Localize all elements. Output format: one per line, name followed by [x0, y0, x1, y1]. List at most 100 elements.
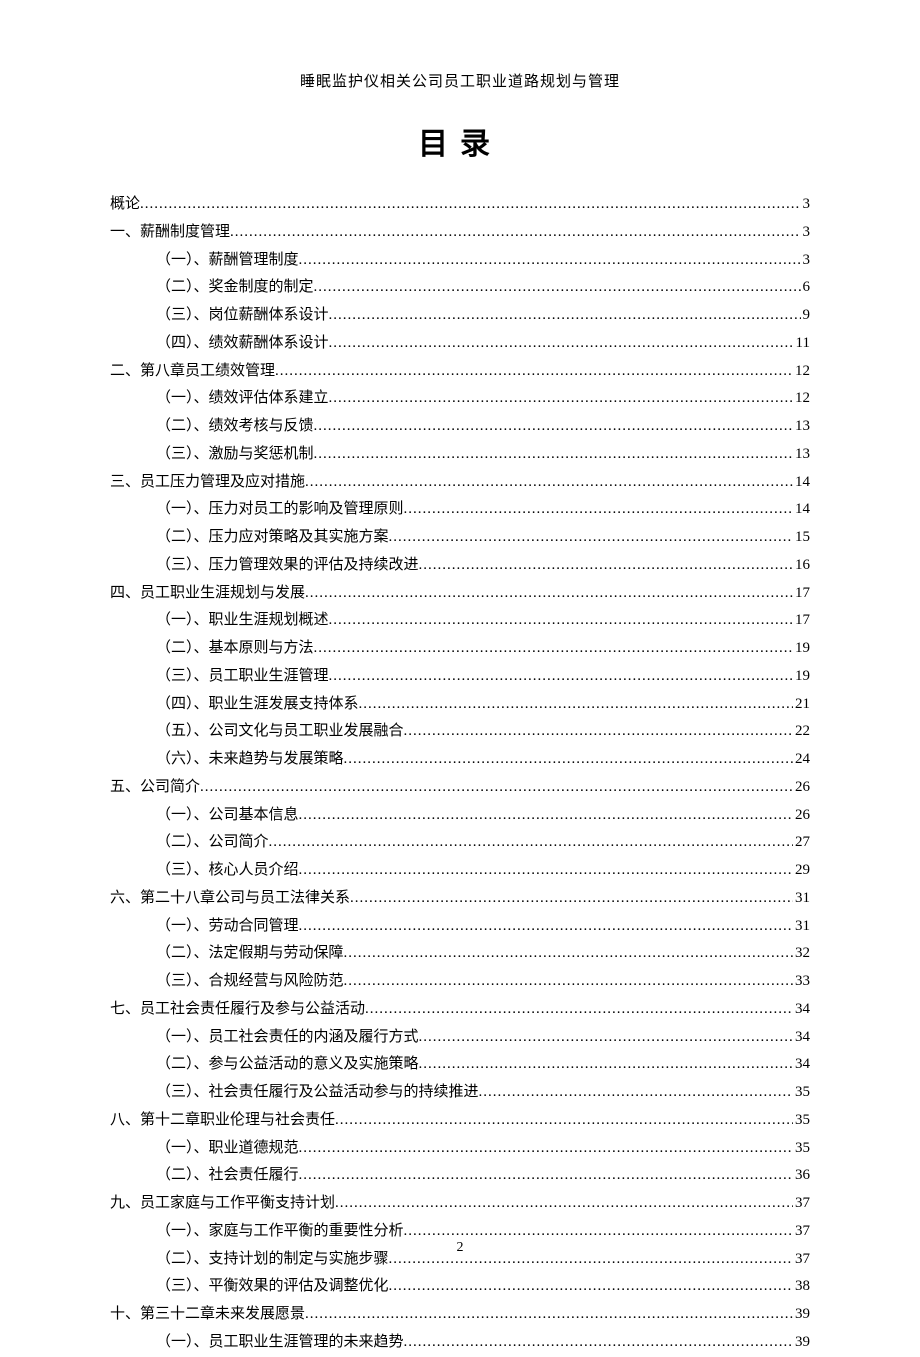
toc-entry-label: （四）、职业生涯发展支持体系 — [156, 691, 359, 719]
toc-entry-page: 26 — [793, 774, 810, 802]
toc-leader — [314, 274, 801, 302]
toc-entry[interactable]: （一）、员工职业生涯管理的未来趋势39 — [110, 1329, 810, 1357]
toc-entry[interactable]: （二）、奖金制度的制定6 — [110, 274, 810, 302]
toc-entry[interactable]: （四）、绩效薪酬体系设计11 — [110, 330, 810, 358]
toc-entry[interactable]: （一）、公司基本信息 26 — [110, 802, 810, 830]
toc-entry[interactable]: 五、公司简介 26 — [110, 774, 810, 802]
toc-entry-page: 29 — [793, 857, 810, 885]
toc-entry-label: 五、公司简介 — [110, 774, 200, 802]
toc-entry-page: 19 — [793, 635, 810, 663]
toc-entry-label: （三）、核心人员介绍 — [156, 857, 299, 885]
toc-entry-page: 33 — [793, 968, 810, 996]
toc-entry-label: （三）、合规经营与风险防范 — [156, 968, 344, 996]
document-header: 睡眠监护仪相关公司员工职业道路规划与管理 — [110, 70, 810, 91]
toc-entry[interactable]: 九、员工家庭与工作平衡支持计划37 — [110, 1190, 810, 1218]
toc-entry[interactable]: （一）、劳动合同管理31 — [110, 913, 810, 941]
table-of-contents: 概论3一、薪酬制度管理 3（一）、薪酬管理制度3（二）、奖金制度的制定6（三）、岗… — [110, 191, 810, 1357]
toc-entry[interactable]: （三）、岗位薪酬体系设计9 — [110, 302, 810, 330]
toc-entry-page: 34 — [793, 1024, 810, 1052]
toc-entry-page: 24 — [793, 746, 810, 774]
toc-entry-page: 17 — [793, 580, 810, 608]
toc-leader — [344, 968, 793, 996]
toc-entry[interactable]: （二）、压力应对策略及其实施方案15 — [110, 524, 810, 552]
toc-entry-label: （六）、未来趋势与发展策略 — [156, 746, 344, 774]
toc-leader — [329, 663, 793, 691]
toc-entry[interactable]: 一、薪酬制度管理 3 — [110, 219, 810, 247]
toc-entry-page: 35 — [793, 1135, 810, 1163]
toc-entry[interactable]: （二）、基本原则与方法19 — [110, 635, 810, 663]
toc-entry[interactable]: （六）、未来趋势与发展策略 24 — [110, 746, 810, 774]
toc-entry[interactable]: 三、员工压力管理及应对措施14 — [110, 469, 810, 497]
toc-entry-label: 概论 — [110, 191, 140, 219]
toc-entry[interactable]: （二）、社会责任履行36 — [110, 1162, 810, 1190]
toc-entry[interactable]: （一）、压力对员工的影响及管理原则 14 — [110, 496, 810, 524]
toc-entry[interactable]: （三）、压力管理效果的评估及持续改进16 — [110, 552, 810, 580]
toc-entry[interactable]: （三）、员工职业生涯管理 19 — [110, 663, 810, 691]
toc-entry[interactable]: （三）、平衡效果的评估及调整优化38 — [110, 1273, 810, 1301]
toc-leader — [314, 635, 793, 663]
toc-entry[interactable]: （二）、公司简介27 — [110, 829, 810, 857]
toc-title: 目录 — [110, 119, 810, 163]
toc-entry[interactable]: （一）、员工社会责任的内涵及履行方式 34 — [110, 1024, 810, 1052]
toc-entry-page: 26 — [793, 802, 810, 830]
toc-entry[interactable]: （四）、职业生涯发展支持体系21 — [110, 691, 810, 719]
toc-entry[interactable]: （二）、参与公益活动的意义及实施策略 34 — [110, 1051, 810, 1079]
toc-entry[interactable]: 二、第八章员工绩效管理12 — [110, 358, 810, 386]
toc-entry[interactable]: 十、第三十二章未来发展愿景39 — [110, 1301, 810, 1329]
toc-entry-label: （一）、压力对员工的影响及管理原则 — [156, 496, 404, 524]
toc-entry-page: 3 — [801, 219, 811, 247]
toc-leader — [365, 996, 793, 1024]
toc-entry-page: 31 — [793, 885, 810, 913]
toc-entry[interactable]: （一）、职业道德规范35 — [110, 1135, 810, 1163]
toc-leader — [200, 774, 793, 802]
toc-leader — [389, 524, 793, 552]
toc-leader — [329, 302, 801, 330]
toc-entry[interactable]: （一）、职业生涯规划概述17 — [110, 607, 810, 635]
toc-entry[interactable]: （二）、法定假期与劳动保障 32 — [110, 940, 810, 968]
toc-entry[interactable]: （五）、公司文化与员工职业发展融合22 — [110, 718, 810, 746]
toc-entry-label: （一）、公司基本信息 — [156, 802, 299, 830]
toc-entry-label: （一）、员工职业生涯管理的未来趋势 — [156, 1329, 404, 1357]
toc-entry[interactable]: （一）、绩效评估体系建立12 — [110, 385, 810, 413]
toc-entry-page: 9 — [801, 302, 811, 330]
toc-leader — [419, 1024, 793, 1052]
toc-entry-label: （二）、奖金制度的制定 — [156, 274, 314, 302]
toc-entry-page: 35 — [793, 1079, 810, 1107]
toc-entry-page: 14 — [793, 496, 810, 524]
toc-entry[interactable]: 七、员工社会责任履行及参与公益活动34 — [110, 996, 810, 1024]
toc-entry[interactable]: 六、第二十八章公司与员工法律关系31 — [110, 885, 810, 913]
toc-entry[interactable]: （三）、合规经营与风险防范 33 — [110, 968, 810, 996]
toc-entry-page: 38 — [793, 1273, 810, 1301]
toc-leader — [305, 1301, 793, 1329]
toc-entry[interactable]: 四、员工职业生涯规划与发展17 — [110, 580, 810, 608]
toc-entry[interactable]: 概论3 — [110, 191, 810, 219]
toc-entry[interactable]: （二）、绩效考核与反馈13 — [110, 413, 810, 441]
toc-entry-page: 37 — [793, 1190, 810, 1218]
toc-leader — [404, 496, 793, 524]
toc-leader — [305, 469, 793, 497]
toc-leader — [299, 802, 793, 830]
toc-entry[interactable]: 八、第十二章职业伦理与社会责任35 — [110, 1107, 810, 1135]
toc-entry-page: 34 — [793, 1051, 810, 1079]
toc-leader — [275, 358, 793, 386]
toc-entry-label: 一、薪酬制度管理 — [110, 219, 230, 247]
toc-entry[interactable]: （三）、激励与奖惩机制13 — [110, 441, 810, 469]
toc-entry-page: 32 — [793, 940, 810, 968]
toc-leader — [404, 718, 793, 746]
toc-leader — [299, 1135, 793, 1163]
toc-entry[interactable]: （三）、社会责任履行及公益活动参与的持续推进35 — [110, 1079, 810, 1107]
toc-entry-label: （一）、员工社会责任的内涵及履行方式 — [156, 1024, 419, 1052]
toc-entry-label: 七、员工社会责任履行及参与公益活动 — [110, 996, 365, 1024]
toc-entry-label: （四）、绩效薪酬体系设计 — [156, 330, 329, 358]
toc-entry-label: （二）、参与公益活动的意义及实施策略 — [156, 1051, 419, 1079]
toc-entry-page: 19 — [793, 663, 810, 691]
toc-leader — [314, 441, 793, 469]
toc-leader — [299, 1162, 793, 1190]
toc-entry-label: （二）、法定假期与劳动保障 — [156, 940, 344, 968]
toc-entry-label: （三）、员工职业生涯管理 — [156, 663, 329, 691]
toc-leader — [389, 1273, 793, 1301]
toc-entry-page: 17 — [793, 607, 810, 635]
toc-entry[interactable]: （一）、薪酬管理制度3 — [110, 247, 810, 275]
toc-entry-page: 14 — [793, 469, 810, 497]
toc-entry[interactable]: （三）、核心人员介绍 29 — [110, 857, 810, 885]
